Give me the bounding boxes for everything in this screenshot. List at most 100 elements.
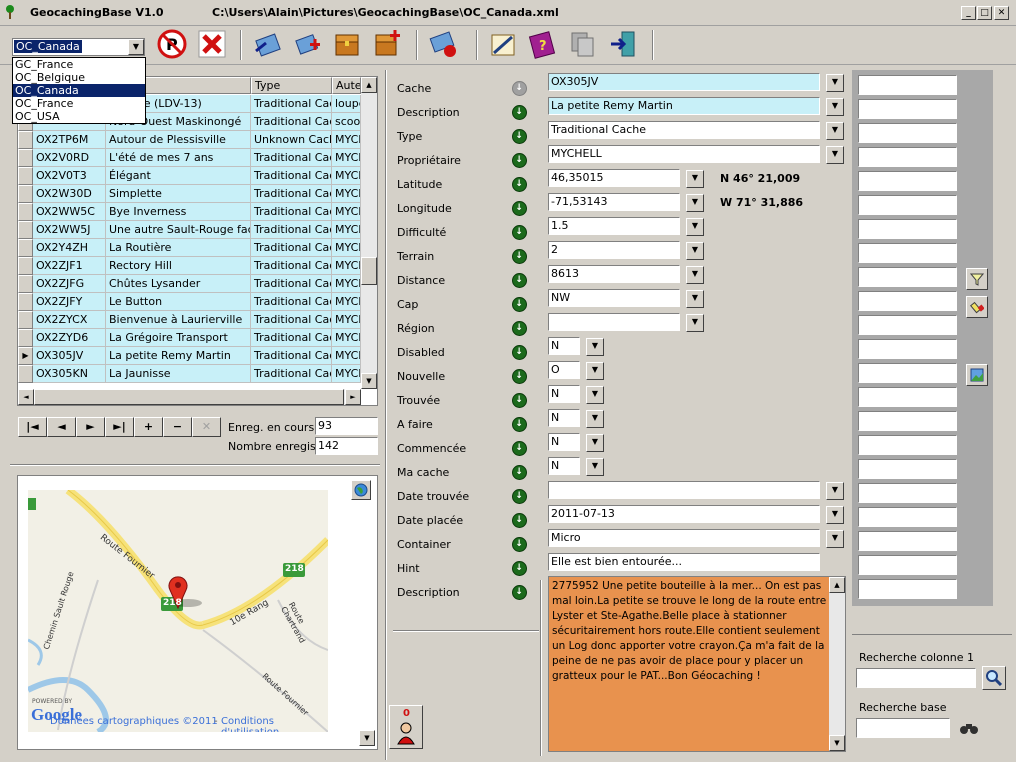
cell-code[interactable]: OX2V0RD	[33, 149, 106, 167]
row-indicator[interactable]	[18, 293, 33, 311]
cell-description[interactable]: La Routière	[106, 239, 251, 257]
cell-description[interactable]: L'été de mes 7 ans	[106, 149, 251, 167]
import-icon[interactable]	[250, 28, 284, 60]
dropdown-option[interactable]: GC_France	[13, 58, 145, 71]
field-input[interactable]: OX305JV	[548, 73, 820, 91]
copy-down-icon[interactable]: ↓	[509, 534, 529, 554]
copy-down-icon[interactable]: ↓	[509, 414, 529, 434]
table-row[interactable]: OX2Y4ZHLa RoutièreTraditional CachMYCH	[18, 239, 361, 257]
cell-author[interactable]: MYCH	[332, 239, 361, 257]
column-filter-field[interactable]	[858, 531, 957, 551]
cell-author[interactable]: MYCH	[332, 221, 361, 239]
cell-author[interactable]: MYCH	[332, 185, 361, 203]
cell-author[interactable]: MYCH	[332, 311, 361, 329]
cell-author[interactable]: loupd	[332, 95, 361, 113]
cell-description[interactable]: Autour de Plessisville	[106, 131, 251, 149]
field-input[interactable]	[548, 313, 680, 331]
cell-description[interactable]: Élégant	[106, 167, 251, 185]
field-input[interactable]: N	[548, 457, 580, 475]
close-window-button[interactable]: ✕	[994, 6, 1009, 20]
field-input[interactable]: 46,35015	[548, 169, 680, 187]
table-row[interactable]: OX2WW5CBye InvernessTraditional CachMYCH	[18, 203, 361, 221]
column-filter-field[interactable]	[858, 411, 957, 431]
copy-down-icon[interactable]: ↓	[509, 174, 529, 194]
copy-down-icon[interactable]: ↓	[509, 438, 529, 458]
column-filter-field[interactable]	[858, 483, 957, 503]
field-input[interactable]: N	[548, 433, 580, 451]
cell-code[interactable]: OX2WW5C	[33, 203, 106, 221]
hscroll-thumb[interactable]	[34, 389, 344, 405]
copy-down-icon[interactable]: ↓	[509, 342, 529, 362]
row-indicator[interactable]	[18, 329, 33, 347]
record-count-field[interactable]: 142	[315, 437, 378, 455]
clear-filter-icon[interactable]	[966, 296, 988, 318]
cell-type[interactable]: Traditional Cach	[251, 185, 332, 203]
field-input[interactable]: N	[548, 385, 580, 403]
field-input[interactable]: Traditional Cache	[548, 121, 820, 139]
cell-code[interactable]: OX305JV	[33, 347, 106, 365]
binoculars-icon[interactable]	[956, 717, 982, 739]
column-filter-field[interactable]	[858, 243, 957, 263]
column-filter-field[interactable]	[858, 171, 957, 191]
field-input[interactable]: NW	[548, 289, 680, 307]
dropdown-option[interactable]: OC_Belgique	[13, 71, 145, 84]
copy-down-icon[interactable]: ↓	[509, 318, 529, 338]
field-input[interactable]	[548, 481, 820, 499]
cell-type[interactable]: Traditional Cach	[251, 365, 332, 383]
copy-down-icon[interactable]: ↓	[509, 294, 529, 314]
cell-description[interactable]: Le Button	[106, 293, 251, 311]
column-filter-field[interactable]	[858, 555, 957, 575]
dropdown-arrow[interactable]: ▼	[826, 74, 844, 92]
no-parking-icon[interactable]: P	[155, 28, 189, 60]
field-input[interactable]: MYCHELL	[548, 145, 820, 163]
table-row[interactable]: ▶ OX305JV La petite Remy Martin Traditional…	[18, 347, 361, 365]
cell-author[interactable]: MYCH	[332, 275, 361, 293]
cell-type[interactable]: Traditional Cach	[251, 167, 332, 185]
table-row[interactable]: OX2ZJFGChûtes LysanderTraditional CachMY…	[18, 275, 361, 293]
grid-header-type[interactable]: Type	[251, 77, 332, 94]
dropdown-arrow[interactable]: ▼	[586, 362, 604, 380]
dropdown-arrow[interactable]: ▼	[586, 434, 604, 452]
current-row-indicator[interactable]: ▶	[18, 347, 33, 365]
cell-description[interactable]: Chûtes Lysander	[106, 275, 251, 293]
scroll-left-button[interactable]: ◄	[18, 389, 34, 405]
column-filter-field[interactable]	[858, 267, 957, 287]
database-select[interactable]: OC_Canada ▼	[12, 38, 145, 56]
cell-description[interactable]: Une autre Sault-Rouge facile	[106, 221, 251, 239]
cell-type[interactable]: Traditional Cach	[251, 203, 332, 221]
cell-author[interactable]: MYCH	[332, 293, 361, 311]
maximize-button[interactable]: □	[977, 6, 992, 20]
column-filter-field[interactable]	[858, 387, 957, 407]
field-input[interactable]: N	[548, 337, 580, 355]
row-indicator[interactable]	[18, 365, 33, 383]
column-filter-field[interactable]	[858, 219, 957, 239]
cell-code[interactable]: OX305KN	[33, 365, 106, 383]
cell-author[interactable]: MYCH	[332, 167, 361, 185]
dropdown-arrow[interactable]: ▼	[686, 194, 704, 212]
copy-down-icon[interactable]: ↓	[509, 270, 529, 290]
nav-prior-button[interactable]: ◄	[47, 417, 76, 437]
help-book-icon[interactable]: ?	[526, 28, 560, 60]
column-filter-field[interactable]	[858, 75, 957, 95]
table-row[interactable]: OX2WW5J Une autre Sault-Rouge facile Tradi…	[18, 221, 361, 239]
cell-description[interactable]: Bye Inverness	[106, 203, 251, 221]
search-base-input[interactable]	[856, 718, 950, 738]
scroll-up-button[interactable]: ▲	[361, 77, 377, 93]
cell-description[interactable]: La Grégoire Transport	[106, 329, 251, 347]
cell-author[interactable]: scooc	[332, 113, 361, 131]
column-filter-field[interactable]	[858, 123, 957, 143]
copy-down-icon[interactable]: ↓	[509, 462, 529, 482]
add-import-icon[interactable]	[290, 28, 324, 60]
nav-cancel-button[interactable]: ✕	[192, 417, 221, 437]
table-row[interactable]: OX2ZYD6 La Grégoire Transport Traditional …	[18, 329, 361, 347]
cell-description[interactable]: La Jaunisse	[106, 365, 251, 383]
row-indicator[interactable]	[18, 203, 33, 221]
scroll-up-button[interactable]: ▲	[829, 577, 845, 593]
cell-code[interactable]: OX2W30D	[33, 185, 106, 203]
cell-code[interactable]: OX2ZYCX	[33, 311, 106, 329]
dropdown-arrow[interactable]: ▼	[586, 410, 604, 428]
description-scrollbar[interactable]: ▲ ▼	[829, 577, 845, 751]
copy-down-icon[interactable]: ↓	[509, 510, 529, 530]
copy-down-icon[interactable]: ↓	[509, 150, 529, 170]
field-input[interactable]: 1.5	[548, 217, 680, 235]
